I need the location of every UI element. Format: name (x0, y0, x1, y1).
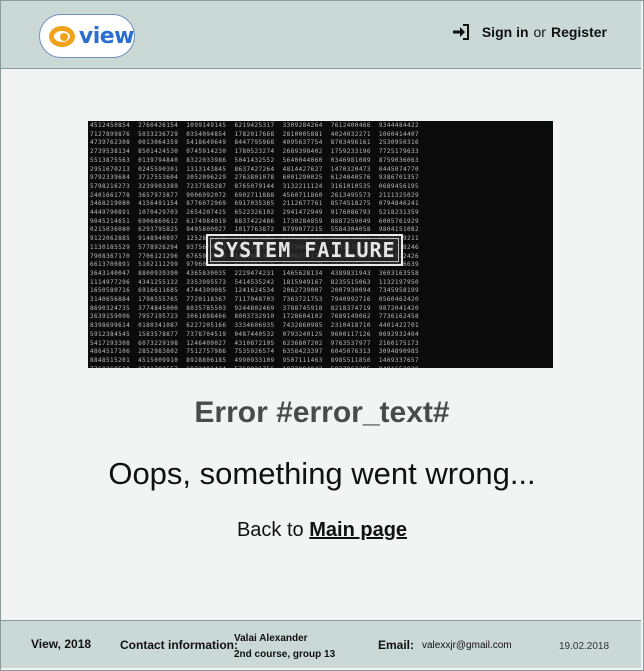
author-group: 2nd course, group 13 (234, 649, 336, 660)
site-header: view Sign in or Register (1, 1, 641, 69)
back-prefix: Back to (236, 519, 304, 541)
site-footer: View, 2018 Contact information: Valai Al… (1, 620, 641, 668)
logo[interactable]: view (39, 14, 135, 58)
or-text: or (533, 24, 546, 40)
author-info: Valai Alexander 2nd course, group 13 (234, 631, 335, 663)
logo-text: view (78, 23, 135, 49)
sign-in-icon[interactable] (452, 23, 470, 41)
system-failure-image: 4512450854 2760426154 1099149145 6219425… (88, 121, 553, 368)
error-title: Error #error_text# (194, 396, 450, 429)
author-name: Valai Alexander (234, 633, 308, 644)
email-label: Email: (378, 638, 415, 652)
auth-links: Sign in or Register (452, 23, 607, 41)
email-value[interactable]: valexxjr@gmail.com (422, 640, 512, 651)
footer-date: 19.02.2018 (559, 641, 610, 652)
eye-icon (49, 25, 75, 47)
register-link[interactable]: Register (551, 24, 607, 40)
back-to-main: Back to Main page (0, 519, 644, 542)
error-message: Oops, something went wrong... (108, 456, 536, 491)
sign-in-link[interactable]: Sign in (482, 24, 529, 40)
footer-brand: View, 2018 (31, 637, 92, 651)
main-page-link[interactable]: Main page (309, 519, 407, 541)
contact-label: Contact information: (120, 638, 238, 652)
system-failure-label: SYSTEM FAILURE (206, 234, 403, 266)
